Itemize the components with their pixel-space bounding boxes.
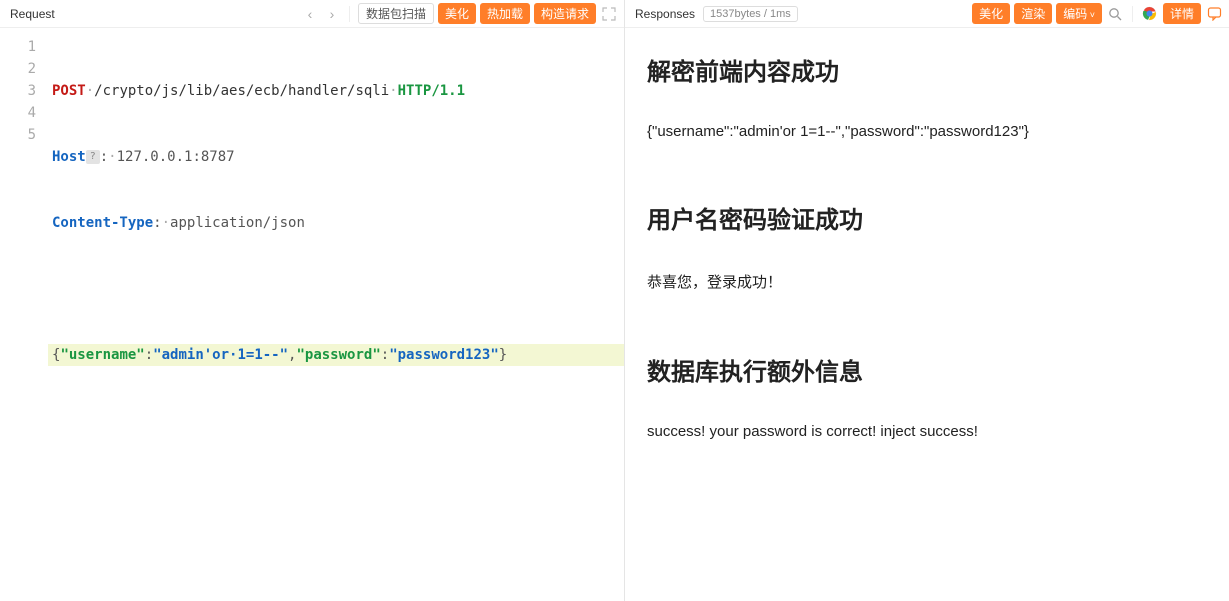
code-line-highlight: {"username":"admin'or·1=1--","password":… [48, 344, 624, 366]
dot: · [389, 83, 397, 99]
json-value: "admin'or·1=1--" [153, 347, 288, 363]
code-line: Host?:·127.0.0.1:8787 [48, 146, 624, 168]
dot: · [108, 149, 116, 165]
header-name: Host [52, 149, 86, 165]
code-line: Content-Type:·application/json [48, 212, 624, 234]
search-icon[interactable] [1106, 5, 1124, 23]
request-panel: Request ‹ › 数据包扫描 美化 热加载 构造请求 1 2 3 4 5 … [0, 0, 625, 601]
response-panel: Responses 1537bytes / 1ms 美化 渲染 编码 详情 解密… [625, 0, 1229, 601]
response-toolbar-actions: 美化 渲染 编码 详情 [972, 3, 1223, 24]
resp-beautify-button[interactable]: 美化 [972, 3, 1010, 24]
request-title: Request [6, 7, 55, 21]
resp-render-button[interactable]: 渲染 [1014, 3, 1052, 24]
request-toolbar-actions: ‹ › 数据包扫描 美化 热加载 构造请求 [301, 3, 618, 24]
code-area[interactable]: POST·/crypto/js/lib/aes/ecb/handler/sqli… [48, 28, 624, 601]
resp-text-inject: success! your password is correct! injec… [647, 423, 1207, 440]
dot: · [86, 83, 94, 99]
response-info: 1537bytes / 1ms [703, 6, 798, 22]
http-proto: HTTP/1.1 [398, 83, 465, 99]
response-body[interactable]: 解密前端内容成功 {"username":"admin'or 1=1--","p… [625, 28, 1229, 601]
nav-prev-icon[interactable]: ‹ [301, 5, 319, 23]
resp-heading-db: 数据库执行额外信息 [647, 352, 1207, 387]
header-value: application/json [170, 215, 305, 231]
dot: · [162, 215, 170, 231]
beautify-button[interactable]: 美化 [438, 3, 476, 24]
header-value: 127.0.0.1:8787 [117, 149, 235, 165]
line-num: 5 [0, 124, 36, 146]
json-key: "password" [296, 347, 380, 363]
request-toolbar: Request ‹ › 数据包扫描 美化 热加载 构造请求 [0, 0, 624, 28]
colon: : [100, 149, 108, 165]
separator [1132, 6, 1133, 22]
comment-icon[interactable] [1205, 5, 1223, 23]
http-method: POST [52, 83, 86, 99]
code-line [48, 278, 624, 300]
separator [349, 6, 350, 22]
line-num: 1 [0, 36, 36, 58]
line-num: 2 [0, 58, 36, 80]
resp-heading-auth: 用户名密码验证成功 [647, 200, 1207, 235]
colon: : [145, 347, 153, 363]
code-line: POST·/crypto/js/lib/aes/ecb/handler/sqli… [48, 80, 624, 102]
expand-icon[interactable] [600, 5, 618, 23]
http-path: /crypto/js/lib/aes/ecb/handler/sqli [94, 83, 389, 99]
response-toolbar: Responses 1537bytes / 1ms 美化 渲染 编码 详情 [625, 0, 1229, 28]
build-request-button[interactable]: 构造请求 [534, 3, 596, 24]
chrome-icon[interactable] [1141, 5, 1159, 23]
line-num: 4 [0, 102, 36, 124]
resp-encode-button[interactable]: 编码 [1056, 3, 1102, 24]
resp-detail-button[interactable]: 详情 [1163, 3, 1201, 24]
resp-heading-decrypt: 解密前端内容成功 [647, 52, 1207, 87]
unknown-char-icon: ? [86, 150, 100, 164]
response-toolbar-left: Responses 1537bytes / 1ms [631, 6, 798, 22]
header-name: Content-Type [52, 215, 153, 231]
line-num: 3 [0, 80, 36, 102]
request-editor[interactable]: 1 2 3 4 5 POST·/crypto/js/lib/aes/ecb/ha… [0, 28, 624, 601]
resp-text-congrats: 恭喜您，登录成功！ [647, 271, 1207, 292]
hotload-button[interactable]: 热加载 [480, 3, 530, 24]
json-key: "username" [60, 347, 144, 363]
colon: : [381, 347, 389, 363]
colon: : [153, 215, 161, 231]
brace: } [499, 347, 507, 363]
json-value: "password123" [389, 347, 499, 363]
line-gutter: 1 2 3 4 5 [0, 28, 48, 601]
scan-button[interactable]: 数据包扫描 [358, 3, 434, 24]
resp-text-json: {"username":"admin'or 1=1--","password":… [647, 123, 1207, 140]
response-title: Responses [631, 7, 695, 21]
nav-next-icon[interactable]: › [323, 5, 341, 23]
